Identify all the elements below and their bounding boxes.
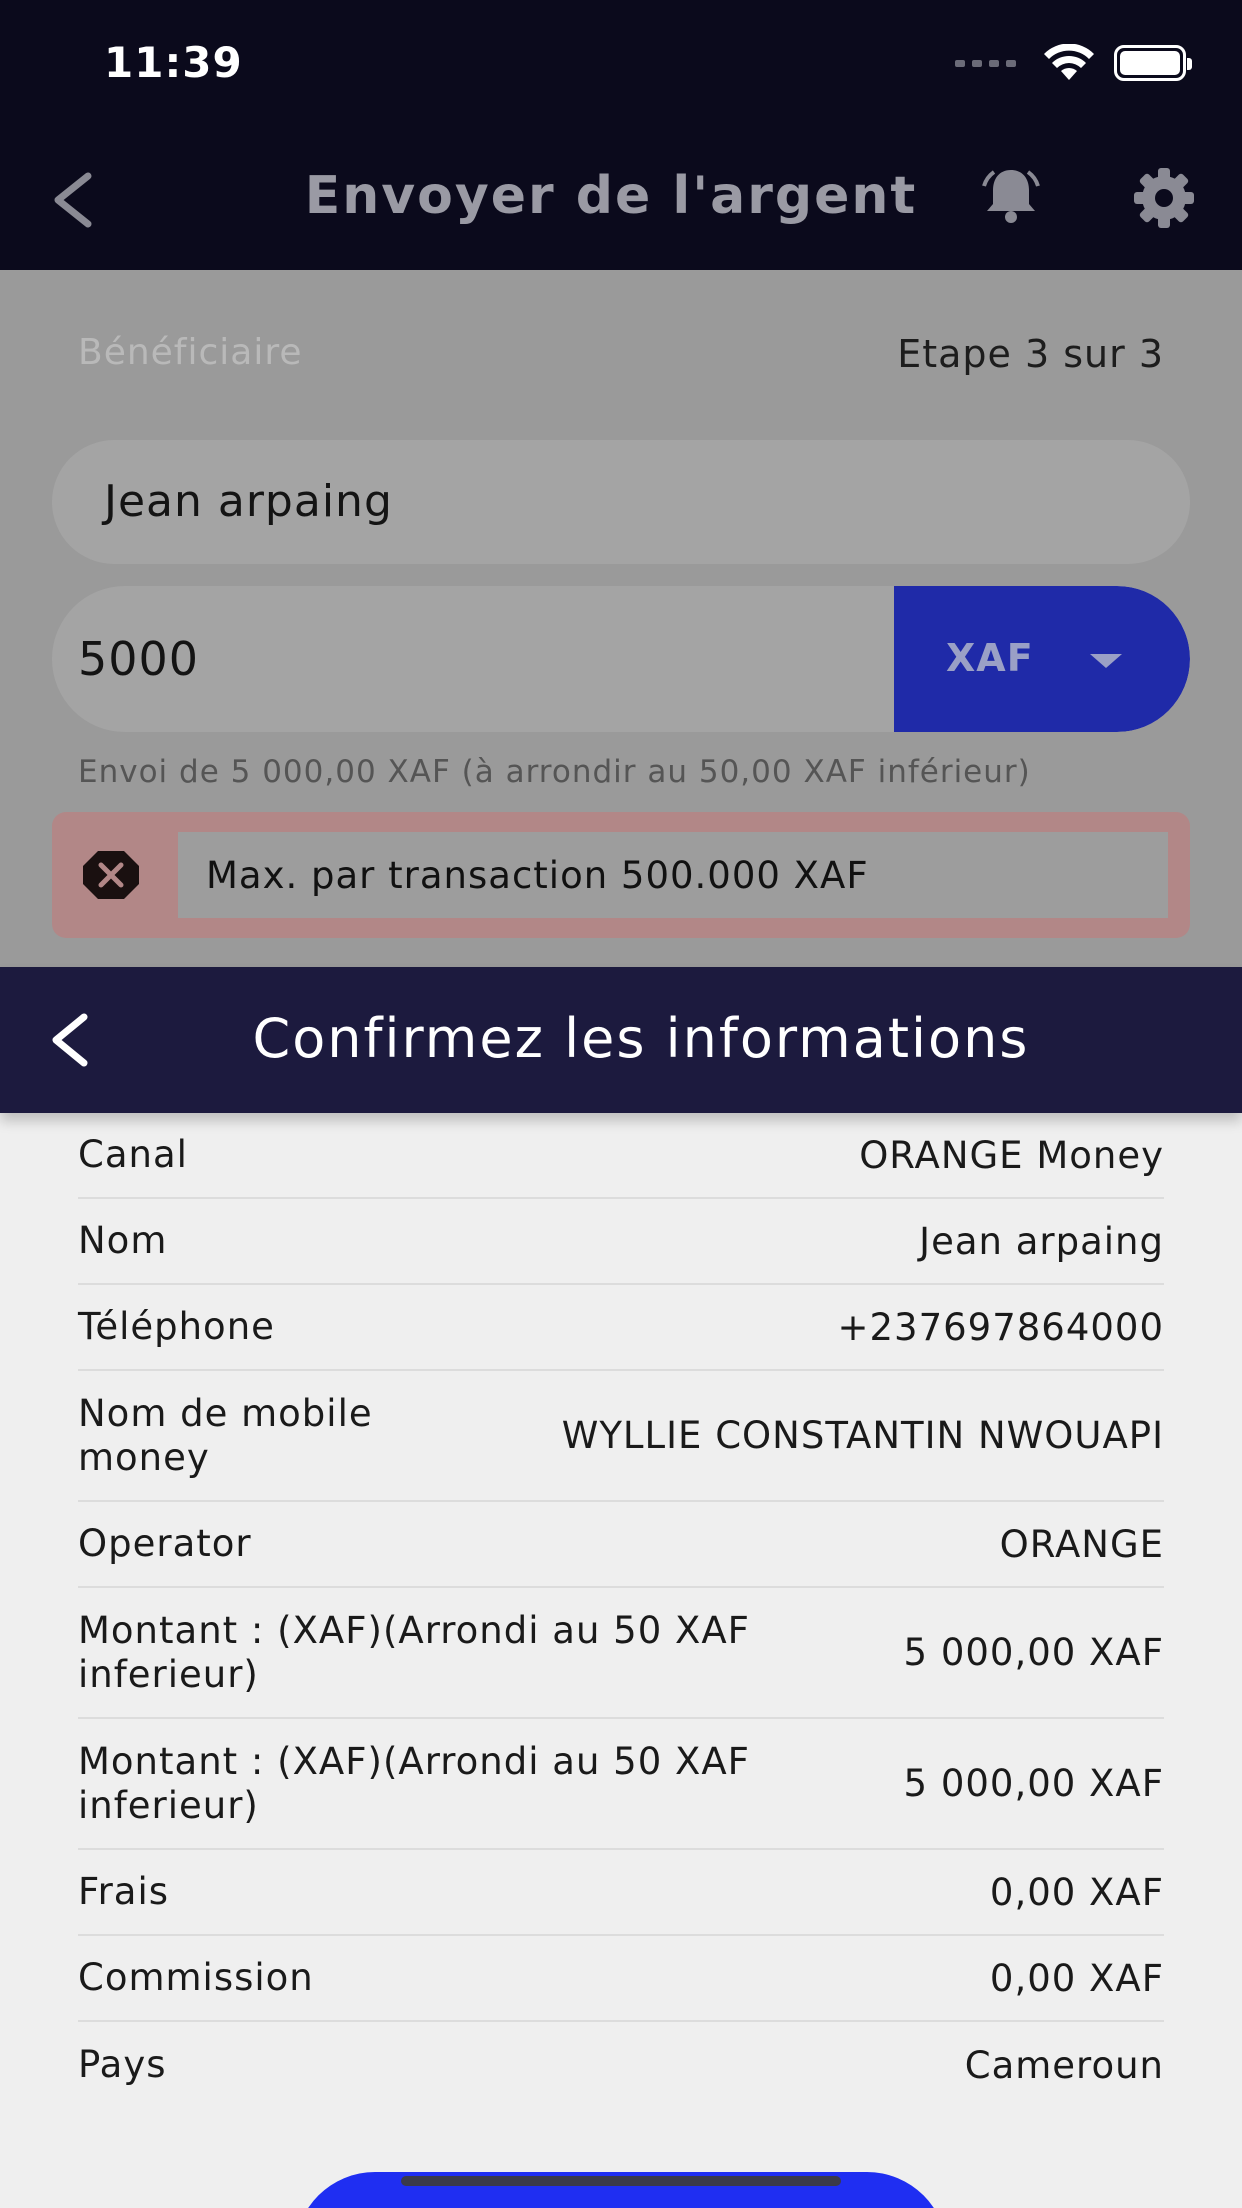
confirmation-list: Canal ORANGE Money Nom Jean arpaing Télé… <box>78 1113 1164 2108</box>
amount-field[interactable]: 5000 XAF <box>52 586 1190 732</box>
info-value: 0,00 XAF <box>989 1870 1164 1914</box>
modal-title: Confirmez les informations <box>252 1007 1030 1070</box>
info-value: 0,00 XAF <box>989 1956 1164 2000</box>
beneficiary-name-value: Jean arpaing <box>104 476 393 527</box>
info-label: Nom <box>78 1219 168 1262</box>
close-octagon-icon[interactable] <box>82 850 140 900</box>
info-value: Cameroun <box>964 2043 1164 2087</box>
error-message: Max. par transaction 500.000 XAF <box>206 854 869 897</box>
info-row-montant: Montant : (XAF)(Arrondi au 50 XAF inferi… <box>78 1719 1164 1850</box>
bell-icon[interactable] <box>978 166 1044 226</box>
info-row-nom: Nom Jean arpaing <box>78 1199 1164 1285</box>
info-value: ORANGE <box>999 1522 1164 1566</box>
wifi-icon <box>1044 44 1094 80</box>
info-value: +237697864000 <box>837 1305 1164 1349</box>
app-header: Envoyer de l'argent <box>0 130 1242 270</box>
status-bar: 11:39 <box>0 0 1242 130</box>
amount-value: 5000 <box>78 632 200 686</box>
home-indicator[interactable] <box>401 2176 841 2186</box>
info-label: Pays <box>78 2043 167 2086</box>
status-time: 11:39 <box>104 38 243 87</box>
info-value: WYLLIE CONSTANTIN NWOUAPI <box>561 1414 1164 1457</box>
transfer-form: Bénéficiaire Etape 3 sur 3 Jean arpaing … <box>0 270 1242 967</box>
info-value: 5 000,00 XAF <box>903 1631 1164 1674</box>
page-title: Envoyer de l'argent <box>304 166 918 226</box>
info-row-pays: Pays Cameroun <box>78 2022 1164 2108</box>
beneficiary-label: Bénéficiaire <box>78 332 303 373</box>
amount-summary-text: Envoi de 5 000,00 XAF (à arrondir au 50,… <box>78 754 1031 790</box>
error-banner: Max. par transaction 500.000 XAF <box>52 812 1190 938</box>
info-label: Operator <box>78 1522 252 1565</box>
info-row-canal: Canal ORANGE Money <box>78 1113 1164 1199</box>
info-label: Montant : (XAF)(Arrondi au 50 XAF inferi… <box>78 1608 750 1696</box>
info-value: 5 000,00 XAF <box>903 1762 1164 1805</box>
info-value: ORANGE Money <box>859 1133 1164 1177</box>
step-indicator: Etape 3 sur 3 <box>897 332 1164 376</box>
info-row-mobile-money-name: Nom de mobile money WYLLIE CONSTANTIN NW… <box>78 1371 1164 1502</box>
info-row-frais: Frais 0,00 XAF <box>78 1850 1164 1936</box>
info-row-operator: Operator ORANGE <box>78 1502 1164 1588</box>
error-message-box: Max. par transaction 500.000 XAF <box>178 832 1168 918</box>
info-label: Téléphone <box>78 1305 275 1348</box>
info-row-telephone: Téléphone +237697864000 <box>78 1285 1164 1371</box>
info-label: Commission <box>78 1956 314 1999</box>
info-label: Montant : (XAF)(Arrondi au 50 XAF inferi… <box>78 1739 750 1827</box>
battery-icon <box>1114 45 1192 81</box>
status-icons <box>955 44 1192 82</box>
cellular-signal-icon <box>955 59 1016 67</box>
info-label: Canal <box>78 1133 188 1176</box>
modal-header: Confirmez les informations <box>0 967 1242 1113</box>
gear-icon[interactable] <box>1132 166 1196 230</box>
currency-value: XAF <box>946 636 1034 680</box>
info-label: Frais <box>78 1870 170 1913</box>
info-label: Nom de mobile money <box>78 1391 373 1479</box>
chevron-down-icon <box>1090 654 1122 668</box>
info-row-commission: Commission 0,00 XAF <box>78 1936 1164 2022</box>
currency-select[interactable]: XAF <box>894 586 1190 732</box>
beneficiary-name-field[interactable]: Jean arpaing <box>52 440 1190 564</box>
info-value: Jean arpaing <box>919 1219 1164 1263</box>
info-row-montant: Montant : (XAF)(Arrondi au 50 XAF inferi… <box>78 1588 1164 1719</box>
